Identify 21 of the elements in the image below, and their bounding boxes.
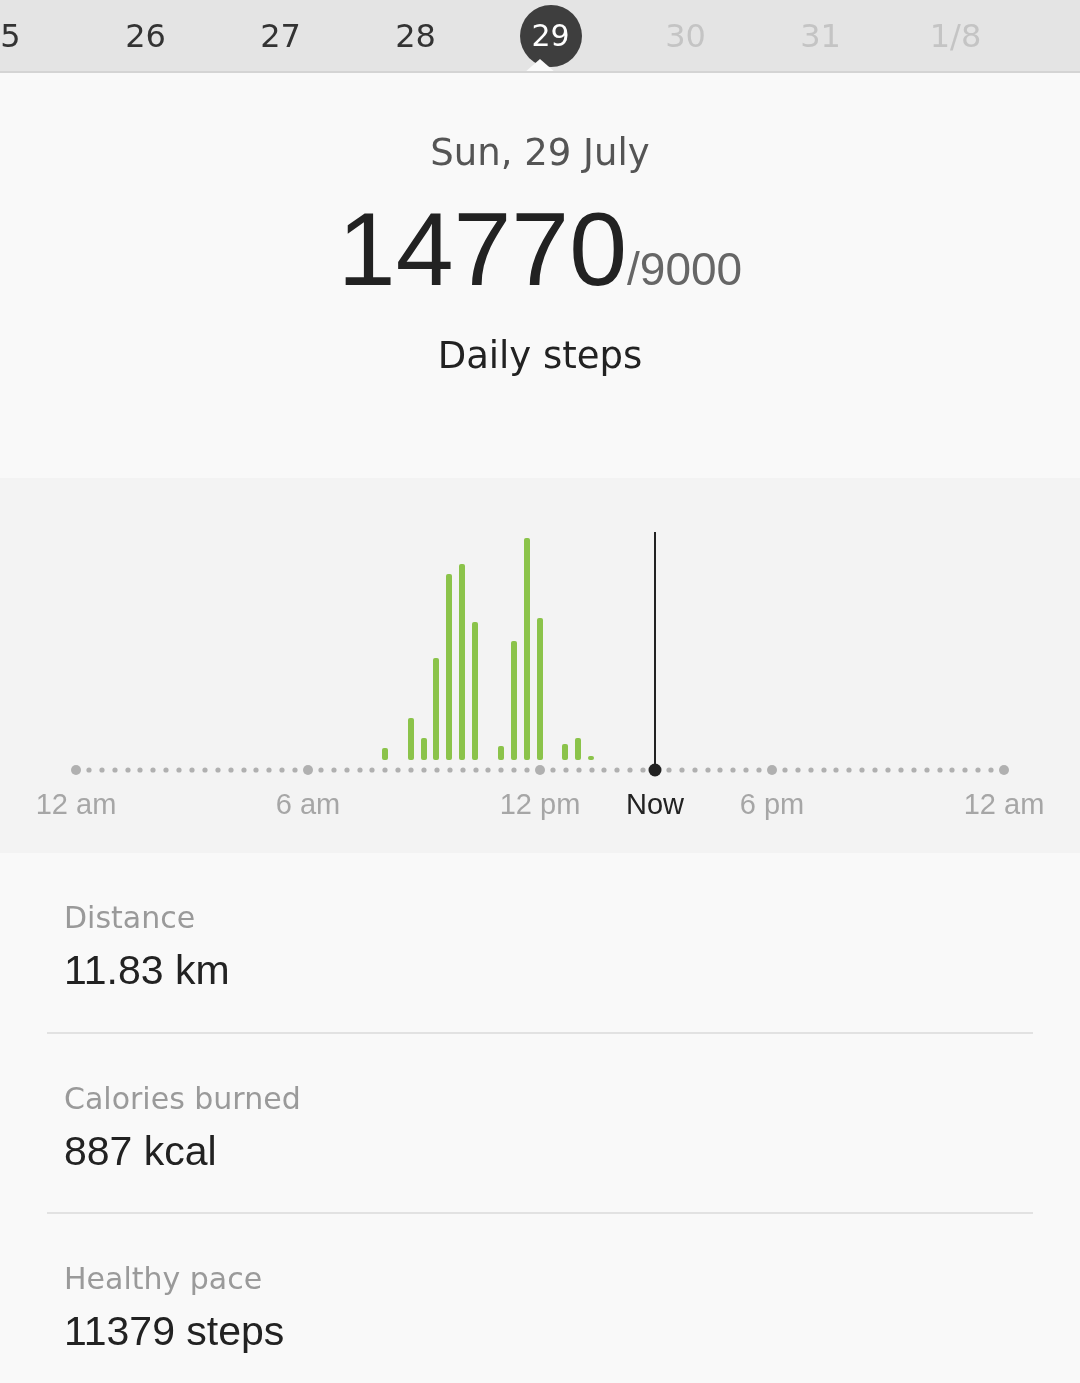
now-label: Now — [626, 788, 684, 820]
date-title: Sun, 29 July — [429, 130, 651, 176]
time-label: 12 pm — [499, 788, 581, 820]
date-item[interactable]: 28 — [395, 11, 436, 60]
date-item[interactable]: 27 — [260, 11, 301, 60]
time-label: 12 am — [963, 788, 1045, 820]
time-label: 6 pm — [739, 788, 805, 820]
stat-value: 887 kcal — [64, 1126, 218, 1176]
stat-label: Distance — [64, 899, 197, 937]
stat-label: Calories burned — [64, 1079, 302, 1118]
date-item[interactable]: 5 — [0, 11, 21, 60]
stat-label: Healthy pace — [64, 1260, 264, 1298]
stat-value: 11379 steps — [64, 1307, 286, 1356]
stat-value: 11.83 km — [64, 946, 231, 995]
step-goal: /9000 — [627, 241, 743, 297]
step-count: 14770 — [337, 196, 628, 301]
time-label: 6 am — [275, 788, 341, 820]
time-label: 12 am — [35, 788, 117, 820]
date-item[interactable]: 26 — [125, 11, 166, 60]
steps-label: Daily steps — [436, 332, 644, 379]
date-item[interactable]: 29 — [519, 4, 582, 67]
